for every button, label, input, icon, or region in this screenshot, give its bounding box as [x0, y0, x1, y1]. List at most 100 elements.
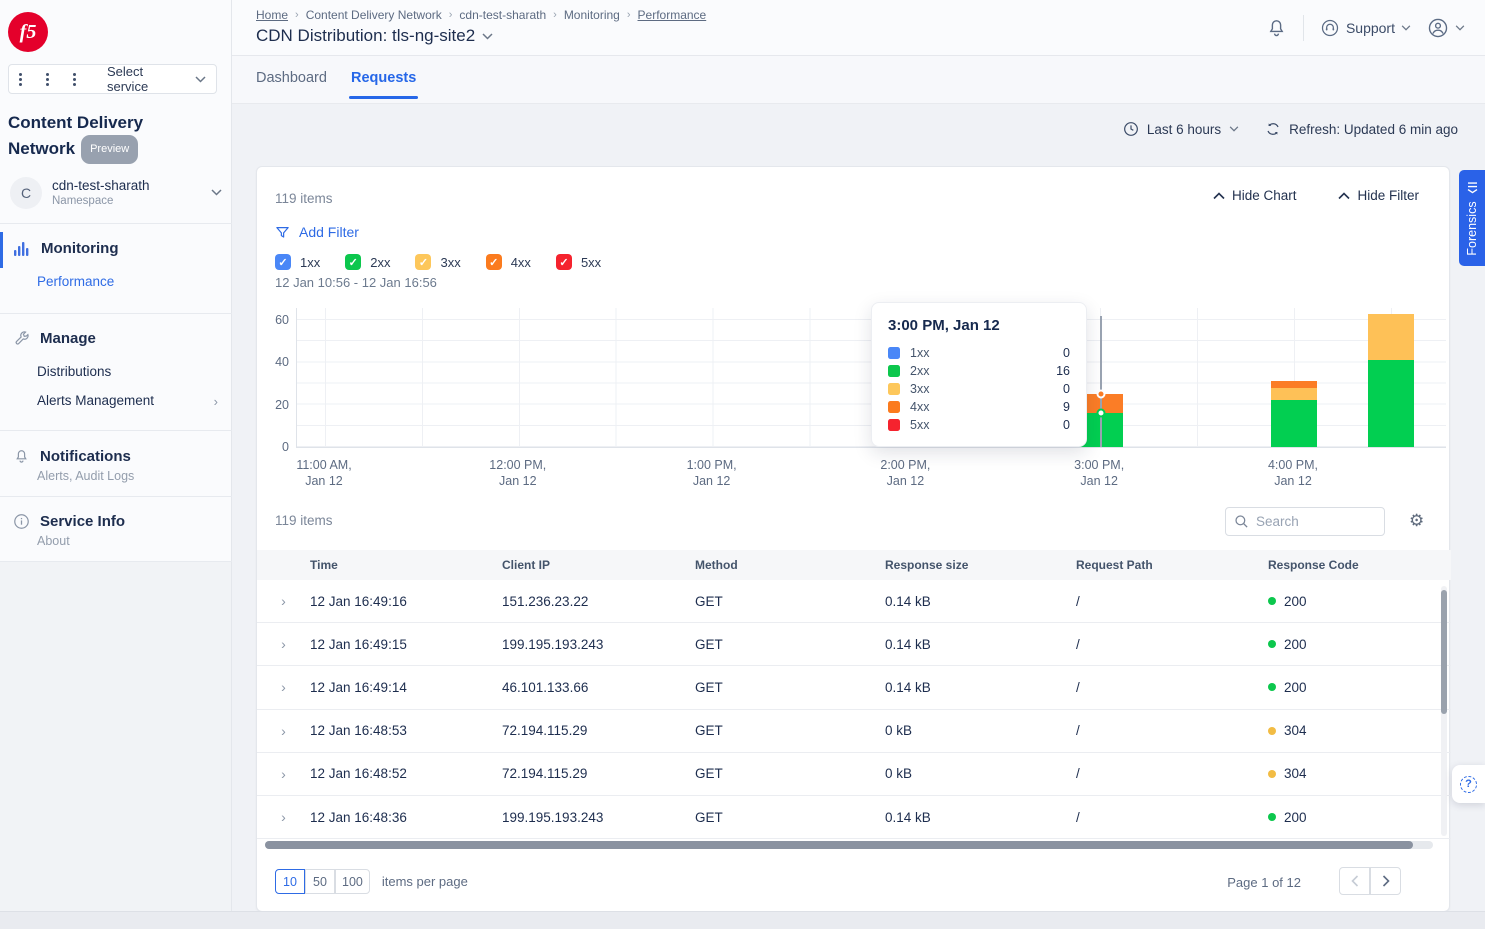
- previous-page-button[interactable]: [1339, 867, 1370, 895]
- breadcrumb-item[interactable]: Monitoring: [564, 8, 620, 22]
- namespace-selector[interactable]: C cdn-test-sharath Namespace: [0, 162, 232, 224]
- monitoring-label: Monitoring: [41, 240, 118, 257]
- chevron-down-icon: [195, 76, 206, 83]
- expand-row-chevron-icon[interactable]: ›: [257, 723, 310, 739]
- breadcrumb-separator: ›: [449, 9, 453, 21]
- time-range-dropdown[interactable]: Last 6 hours: [1123, 121, 1239, 137]
- hide-chart-button[interactable]: Hide Chart: [1213, 188, 1297, 203]
- y-axis-tick: 60: [259, 313, 289, 327]
- footer-strip: [0, 911, 1485, 929]
- y-axis-tick: 20: [259, 398, 289, 412]
- notifications-sublabel: Alerts, Audit Logs: [0, 469, 232, 493]
- bar-segment-4xx: [1271, 381, 1317, 387]
- chart-bar[interactable]: [1271, 381, 1317, 447]
- sidebar-item-manage[interactable]: Manage: [0, 320, 232, 357]
- status-dot: [1268, 770, 1276, 778]
- cell-response-code: 200: [1268, 594, 1451, 609]
- chevron-up-icon: [1213, 192, 1225, 200]
- performance-label: Performance: [37, 274, 114, 289]
- chart-bar[interactable]: [1368, 314, 1414, 447]
- help-button[interactable]: ?: [1452, 765, 1485, 803]
- status-filter-3xx[interactable]: ✓3xx: [415, 254, 460, 270]
- table-row[interactable]: ›12 Jan 16:49:1446.101.133.66GET0.14 kB/…: [257, 666, 1451, 709]
- expand-row-chevron-icon[interactable]: ›: [257, 809, 310, 825]
- bell-icon: [13, 447, 30, 465]
- status-dot: [1268, 683, 1276, 691]
- page-title[interactable]: CDN Distribution: tls-ng-site2: [256, 26, 493, 46]
- table-row[interactable]: ›12 Jan 16:48:5272.194.115.29GET0 kB/304: [257, 753, 1451, 796]
- next-page-button[interactable]: [1370, 867, 1401, 895]
- tabs-bar: Dashboard Requests: [232, 56, 1485, 104]
- breadcrumb-item[interactable]: Content Delivery Network: [306, 8, 442, 22]
- checkbox-checked-icon[interactable]: ✓: [556, 254, 572, 270]
- chevron-down-icon: [1229, 126, 1239, 132]
- x-tick-time: 1:00 PM,: [687, 457, 737, 473]
- select-service-dropdown[interactable]: Select service: [8, 64, 217, 94]
- cell-response_size: 0.14 kB: [885, 637, 1076, 652]
- breadcrumb-item[interactable]: Home: [256, 8, 288, 22]
- account-menu-button[interactable]: [1427, 17, 1465, 39]
- expand-row-chevron-icon[interactable]: ›: [257, 766, 310, 782]
- header-divider: [1303, 15, 1304, 41]
- tooltip-row: 4xx9: [888, 398, 1070, 416]
- checkbox-checked-icon[interactable]: ✓: [486, 254, 502, 270]
- chart-date-range: 12 Jan 10:56 - 12 Jan 16:56: [275, 275, 437, 290]
- search-input[interactable]: [1256, 514, 1366, 529]
- table-vertical-scrollbar[interactable]: [1441, 586, 1447, 836]
- vertical-scroll-thumb[interactable]: [1441, 590, 1447, 714]
- table-row[interactable]: ›12 Jan 16:48:5372.194.115.29GET0 kB/304: [257, 710, 1451, 753]
- sidebar-item-performance[interactable]: Performance: [0, 267, 232, 296]
- table-row[interactable]: ›12 Jan 16:48:36199.195.193.243GET0.14 k…: [257, 796, 1451, 839]
- cell-request_path: /: [1076, 680, 1268, 695]
- tab-dashboard[interactable]: Dashboard: [256, 70, 327, 86]
- cell-request_path: /: [1076, 766, 1268, 781]
- items-per-page-option-10[interactable]: 10: [275, 869, 305, 894]
- chevron-down-icon: [482, 33, 493, 40]
- breadcrumb-separator: ›: [553, 9, 557, 21]
- manage-label: Manage: [40, 330, 96, 347]
- cell-client_ip: 72.194.115.29: [502, 723, 695, 738]
- tab-requests[interactable]: Requests: [351, 70, 416, 86]
- items-per-page-option-100[interactable]: 100: [335, 869, 370, 894]
- status-filter-1xx[interactable]: ✓1xx: [275, 254, 320, 270]
- breadcrumb-separator: ›: [627, 9, 631, 21]
- checkbox-checked-icon[interactable]: ✓: [275, 254, 291, 270]
- table-row[interactable]: ›12 Jan 16:49:15199.195.193.243GET0.14 k…: [257, 623, 1451, 666]
- divider: [0, 496, 232, 497]
- hide-filter-button[interactable]: Hide Filter: [1338, 188, 1419, 203]
- forensics-tab[interactable]: Forensics: [1459, 170, 1485, 266]
- support-menu-button[interactable]: Support: [1320, 18, 1411, 38]
- table-horizontal-scrollbar[interactable]: [265, 841, 1433, 849]
- page-nav: [1339, 867, 1401, 895]
- status-filter-5xx[interactable]: ✓5xx: [556, 254, 601, 270]
- add-filter-button[interactable]: Add Filter: [275, 224, 359, 240]
- breadcrumb-item[interactable]: cdn-test-sharath: [459, 8, 546, 22]
- notifications-bell-button[interactable]: [1266, 17, 1287, 38]
- namespace-initial: C: [21, 185, 31, 201]
- cell-method: GET: [695, 594, 885, 609]
- table-row[interactable]: ›12 Jan 16:49:16151.236.23.22GET0.14 kB/…: [257, 580, 1451, 623]
- bar-segment-2xx: [1271, 400, 1317, 447]
- status-filter-4xx[interactable]: ✓4xx: [486, 254, 531, 270]
- items-per-page-option-50[interactable]: 50: [305, 869, 335, 894]
- checkbox-checked-icon[interactable]: ✓: [415, 254, 431, 270]
- refresh-label: Refresh: Updated 6 min ago: [1289, 122, 1458, 137]
- sidebar-item-monitoring[interactable]: Monitoring: [0, 230, 232, 267]
- refresh-button[interactable]: Refresh: Updated 6 min ago: [1265, 121, 1458, 137]
- sidebar-item-distributions[interactable]: Distributions: [0, 357, 232, 386]
- table-settings-gear-icon[interactable]: ⚙: [1409, 511, 1424, 531]
- status-filter-2xx[interactable]: ✓2xx: [345, 254, 390, 270]
- horizontal-scroll-thumb[interactable]: [265, 841, 1413, 849]
- expand-row-chevron-icon[interactable]: ›: [257, 593, 310, 609]
- f5-logo[interactable]: f5: [8, 12, 48, 52]
- cell-time: 12 Jan 16:49:14: [310, 680, 502, 695]
- sidebar-item-alerts-management[interactable]: Alerts Management ›: [0, 386, 232, 415]
- expand-row-chevron-icon[interactable]: ›: [257, 679, 310, 695]
- breadcrumb-item[interactable]: Performance: [638, 8, 707, 22]
- search-icon: [1234, 514, 1249, 529]
- checkbox-checked-icon[interactable]: ✓: [345, 254, 361, 270]
- nav-manage-section: Manage Distributions Alerts Management ›: [0, 320, 232, 415]
- status-dot: [1268, 597, 1276, 605]
- response-code-value: 304: [1284, 723, 1307, 738]
- expand-row-chevron-icon[interactable]: ›: [257, 636, 310, 652]
